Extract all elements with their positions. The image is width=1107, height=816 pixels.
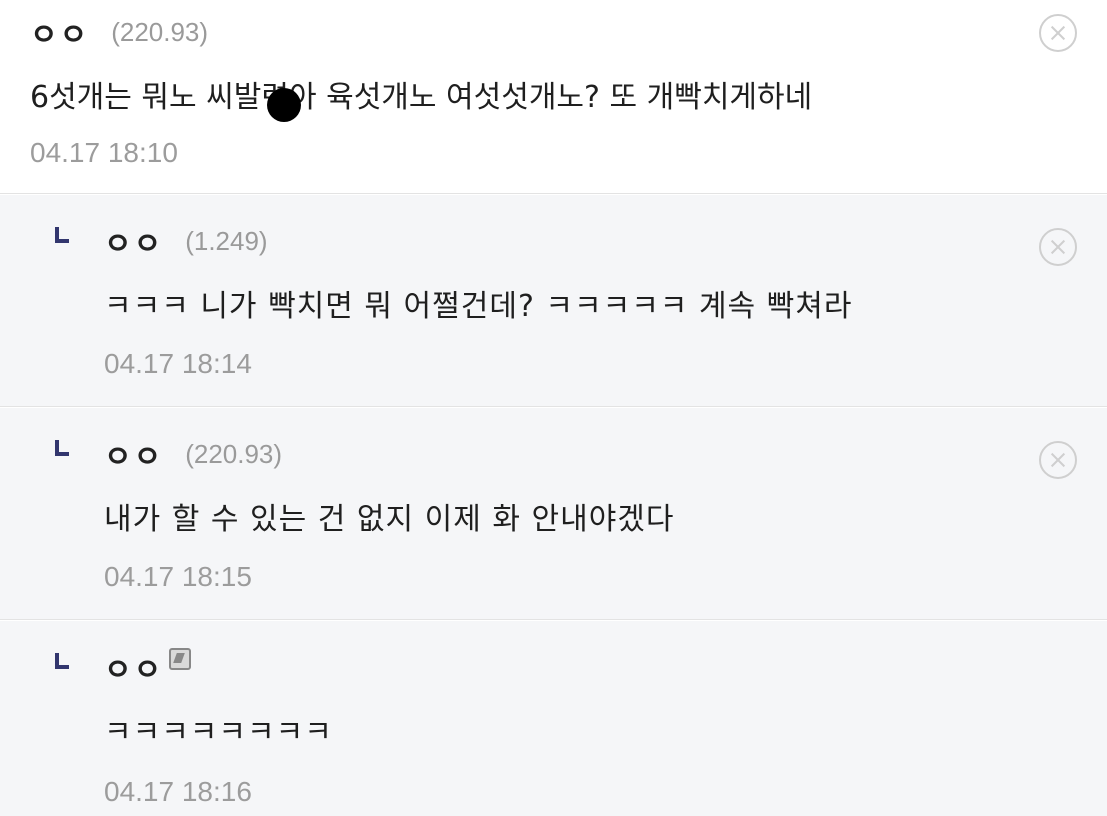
comment-date: 04.17 18:14 [104, 348, 252, 379]
comment: ㅇㅇ (220.93) 6섯개는 뭐노 씨발련아 육섯개노 여섯섯개노? 또 개… [0, 0, 1107, 194]
reply-arrow-icon [52, 221, 84, 261]
comment-date: 04.17 18:16 [104, 776, 252, 807]
ip-address: (220.93) [185, 438, 283, 469]
comment-thread: ㅇㅇ (220.93) 6섯개는 뭐노 씨발련아 육섯개노 여섯섯개노? 또 개… [0, 0, 1107, 816]
comment-text: 내가 할 수 있는 건 없지 이제 화 안내야겠다 [104, 502, 675, 537]
reply-comment: ㅇㅇ (220.93) 내가 할 수 있는 건 없지 이제 화 안내야겠다 04… [0, 408, 1107, 620]
ip-address: (1.249) [185, 225, 268, 256]
delete-button[interactable] [1039, 14, 1077, 52]
comment-date: 04.17 18:15 [104, 561, 252, 592]
ip-address: (220.93) [111, 16, 209, 47]
reply-comment: ㅇㅇ (1.249) ㅋㅋㅋ 니가 빡치면 뭐 어쩔건데? ㅋㅋㅋㅋㅋ 계속 빡… [0, 195, 1107, 407]
reply-arrow-icon [52, 647, 84, 687]
comment-header: ㅇㅇ [52, 645, 192, 689]
delete-button[interactable] [1039, 228, 1077, 266]
nickname[interactable]: ㅇㅇ [30, 10, 89, 54]
nickname[interactable]: ㅇㅇ [104, 432, 163, 476]
comment-header: ㅇㅇ (220.93) [52, 432, 283, 476]
reply-arrow-icon [52, 434, 84, 474]
comment-text: ㅋㅋㅋㅋㅋㅋㅋㅋ [104, 715, 333, 750]
comment-header: ㅇㅇ (1.249) [52, 219, 268, 263]
comment-header: ㅇㅇ (220.93) [30, 10, 209, 54]
member-badge-icon [169, 648, 192, 670]
reply-comment: ㅇㅇ ㅋㅋㅋㅋㅋㅋㅋㅋ 04.17 18:16 [0, 621, 1107, 816]
censor-mark [267, 88, 301, 122]
comment-date: 04.17 18:10 [30, 137, 178, 168]
comment-text: ㅋㅋㅋ 니가 빡치면 뭐 어쩔건데? ㅋㅋㅋㅋㅋ 계속 빡쳐라 [104, 289, 853, 324]
nickname[interactable]: ㅇㅇ [104, 645, 163, 689]
nickname[interactable]: ㅇㅇ [104, 219, 163, 263]
comment-text: 6섯개는 뭐노 씨발련아 육섯개노 여섯섯개노? 또 개빡치게하네 [30, 80, 813, 115]
delete-button[interactable] [1039, 441, 1077, 479]
